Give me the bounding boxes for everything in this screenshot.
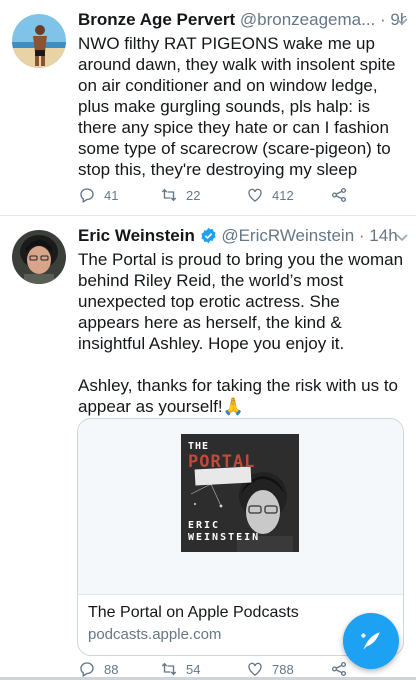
separator: · [358, 226, 365, 245]
tweet-header: Eric Weinstein @EricRWeinstein · 14h [78, 226, 406, 250]
card-image: THE PORTAL ERIC WEINSTEIN [78, 419, 403, 595]
share-icon [331, 187, 347, 203]
chevron-down-icon[interactable] [396, 230, 408, 245]
like-button[interactable]: 788 [246, 660, 294, 678]
chevron-down-icon[interactable] [396, 14, 408, 29]
reply-button[interactable]: 88 [78, 660, 118, 678]
reply-count: 88 [104, 661, 119, 677]
reply-icon [80, 188, 94, 203]
user-handle[interactable]: @bronzeagema... [240, 10, 375, 29]
tweet[interactable]: Bronze Age Pervert @bronzeagema... · 9h … [0, 0, 416, 216]
reply-button[interactable]: 41 [78, 186, 118, 204]
avatar[interactable] [12, 14, 66, 68]
like-icon [248, 188, 262, 202]
podcast-cover: THE PORTAL ERIC WEINSTEIN [181, 434, 299, 552]
share-icon [331, 661, 347, 677]
verified-icon [200, 227, 216, 244]
like-count: 788 [272, 661, 294, 677]
tweet-text: The Portal is proud to bring you the wom… [78, 250, 404, 416]
avatar[interactable] [12, 230, 66, 284]
retweet-icon [161, 188, 177, 202]
tweet-actions: 41 22 412 [78, 186, 396, 206]
compose-tweet-button[interactable] [343, 613, 399, 669]
card-domain: podcasts.apple.com [88, 626, 222, 643]
reply-count: 41 [104, 187, 119, 203]
tweet[interactable]: Eric Weinstein @EricRWeinstein · 14h The… [0, 216, 416, 680]
share-button[interactable] [330, 660, 348, 678]
retweet-count: 22 [186, 187, 201, 203]
card-title: The Portal on Apple Podcasts [88, 604, 299, 621]
like-button[interactable]: 412 [246, 186, 294, 204]
retweet-button[interactable]: 54 [160, 660, 200, 678]
separator: · [380, 10, 386, 29]
tweet-header: Bronze Age Pervert @bronzeagema... · 9h [78, 10, 406, 34]
retweet-icon [161, 662, 177, 676]
cover-text-top: THE [188, 441, 210, 452]
cover-text-first: ERIC [188, 520, 221, 531]
cover-text-last: WEINSTEIN [188, 532, 261, 543]
reply-icon [80, 662, 94, 677]
timestamp[interactable]: 14h [369, 226, 397, 245]
display-name[interactable]: Eric Weinstein [78, 226, 195, 245]
user-handle[interactable]: @EricRWeinstein [221, 226, 354, 245]
cover-text-title: PORTAL [188, 452, 256, 472]
retweet-button[interactable]: 22 [160, 186, 200, 204]
share-button[interactable] [330, 186, 348, 204]
like-icon [248, 662, 262, 676]
display-name[interactable]: Bronze Age Pervert [78, 10, 235, 29]
compose-icon [361, 632, 380, 650]
like-count: 412 [272, 187, 294, 203]
retweet-count: 54 [186, 661, 201, 677]
tweet-text: NWO filthy RAT PIGEONS wake me up around… [78, 34, 396, 179]
